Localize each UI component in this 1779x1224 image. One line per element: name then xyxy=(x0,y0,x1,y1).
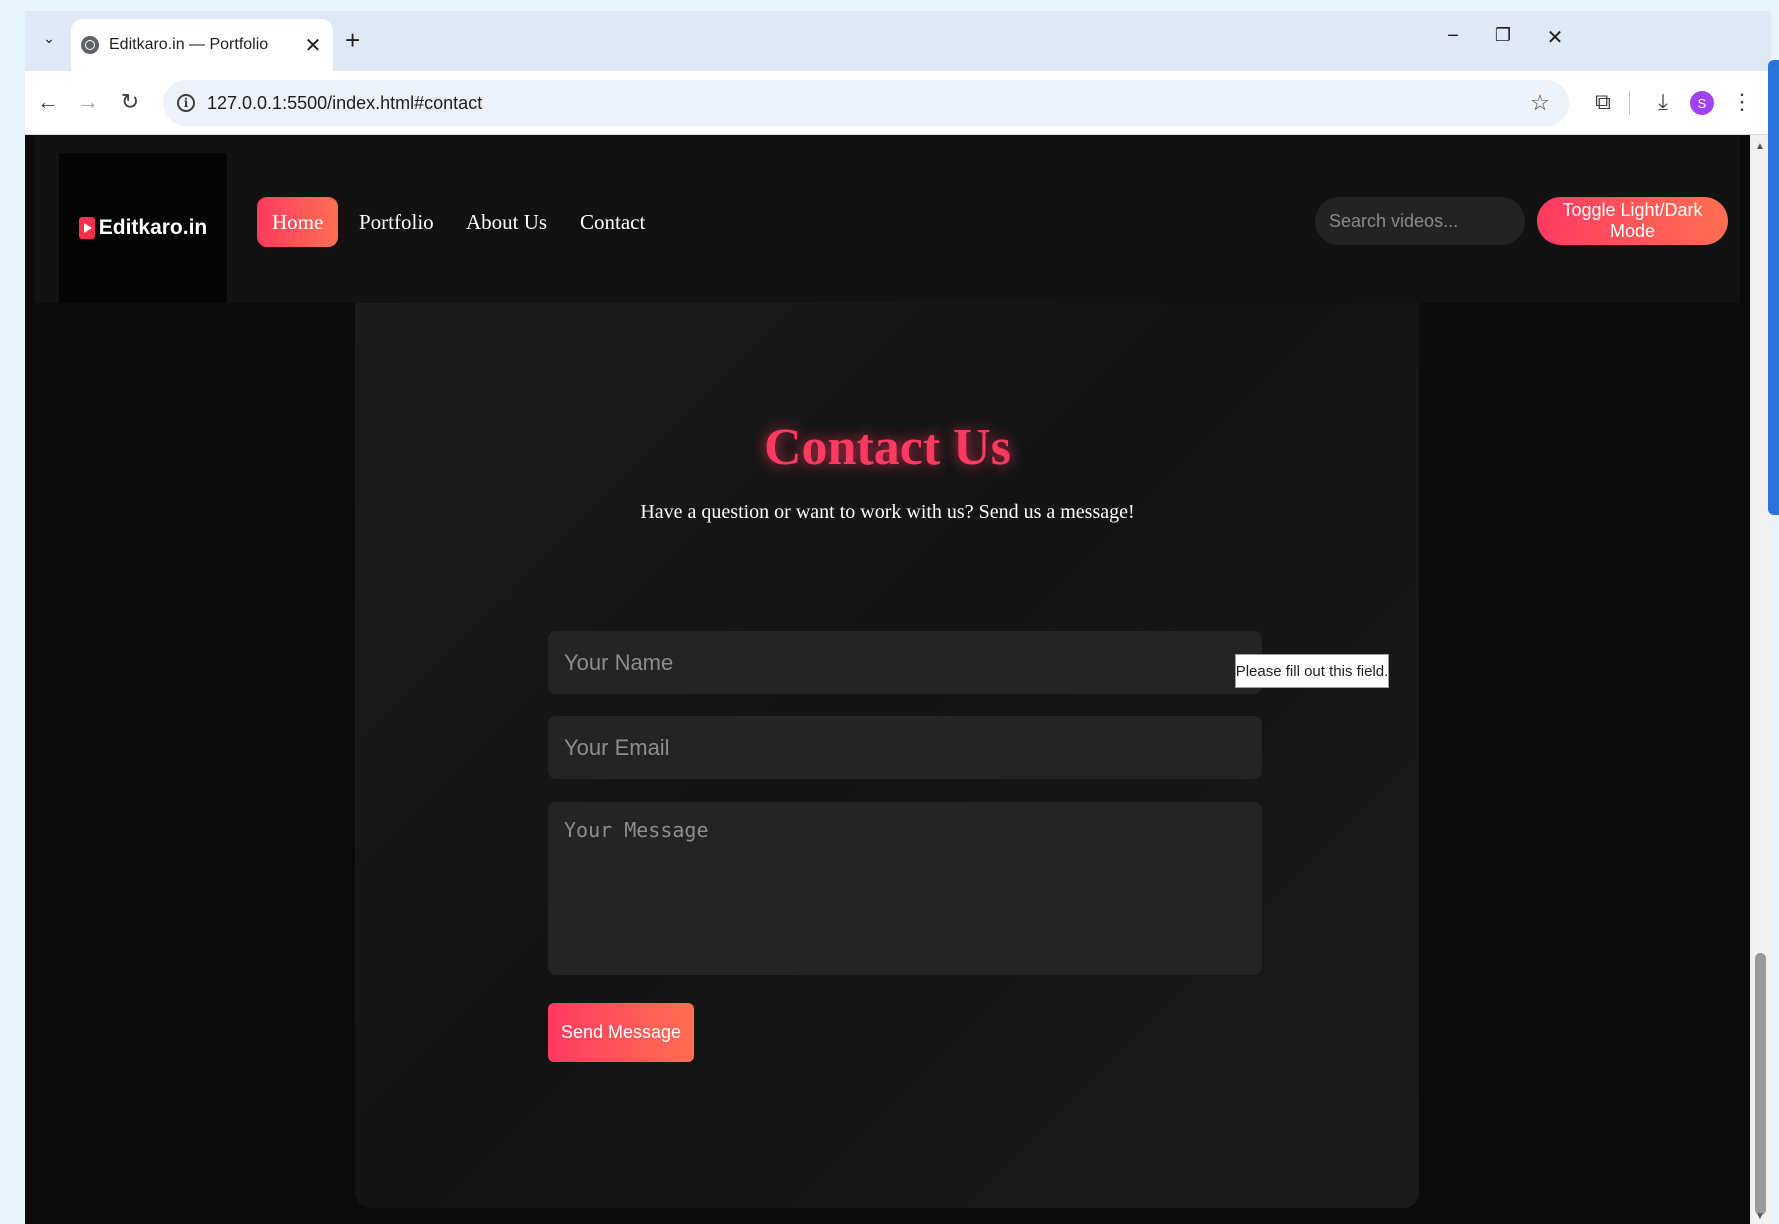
active-tab[interactable]: Editkaro.in — Portfolio ✕ xyxy=(71,19,333,71)
scroll-down-icon[interactable]: ▼ xyxy=(1755,1211,1765,1222)
close-tab-icon[interactable]: ✕ xyxy=(301,33,325,58)
nav-contact[interactable]: Contact xyxy=(565,197,660,247)
restore-icon[interactable]: ❐ xyxy=(1488,25,1518,46)
site-logo[interactable]: Editkaro.in xyxy=(59,153,227,303)
nav-about-us[interactable]: About Us xyxy=(451,197,562,247)
minimize-icon[interactable]: − xyxy=(1438,25,1468,48)
side-panel-edge xyxy=(1768,60,1779,515)
site-info-icon[interactable]: i xyxy=(177,94,195,112)
tab-title: Editkaro.in — Portfolio xyxy=(109,36,269,53)
menu-icon[interactable]: ⋮ xyxy=(1727,89,1757,115)
bookmark-star-icon[interactable]: ☆ xyxy=(1523,90,1557,116)
contact-title: Contact Us xyxy=(764,419,1011,476)
search-input[interactable] xyxy=(1315,197,1525,245)
nav-home[interactable]: Home xyxy=(257,197,339,247)
tab-strip: ⌄ Editkaro.in — Portfolio ✕ + − ❐ ✕ xyxy=(25,11,1771,71)
contact-subtitle: Have a question or want to work with us?… xyxy=(640,501,1135,523)
scroll-up-icon[interactable]: ▲ xyxy=(1755,141,1765,152)
url-text[interactable]: 127.0.0.1:5500/index.html#contact xyxy=(207,93,1523,114)
browser-window: ⌄ Editkaro.in — Portfolio ✕ + − ❐ ✕ ← → … xyxy=(25,11,1771,1224)
page-viewport: Editkaro.in Home Portfolio About Us Cont… xyxy=(25,135,1750,1224)
play-icon xyxy=(78,217,95,239)
site-header: Editkaro.in Home Portfolio About Us Cont… xyxy=(35,135,1740,303)
toggle-theme-button[interactable]: Toggle Light/Dark Mode xyxy=(1537,197,1728,245)
message-textarea[interactable] xyxy=(548,802,1262,975)
globe-icon xyxy=(81,36,99,54)
send-message-button[interactable]: Send Message xyxy=(548,1003,694,1062)
toolbar-divider xyxy=(1629,91,1630,115)
download-icon[interactable]: ⤓ xyxy=(1648,89,1678,115)
reload-icon[interactable]: ↻ xyxy=(115,89,145,115)
address-bar[interactable]: i 127.0.0.1:5500/index.html#contact ☆ xyxy=(163,80,1569,126)
scrollbar-thumb[interactable] xyxy=(1755,953,1766,1215)
profile-avatar[interactable]: S xyxy=(1690,91,1714,115)
validation-tooltip: Please fill out this field. xyxy=(1235,654,1389,688)
name-input[interactable] xyxy=(548,631,1262,694)
browser-toolbar: ← → ↻ i 127.0.0.1:5500/index.html#contac… xyxy=(25,71,1771,135)
tab-search-icon[interactable]: ⌄ xyxy=(37,23,61,53)
back-icon[interactable]: ← xyxy=(33,89,63,115)
extensions-icon[interactable]: ⧉ xyxy=(1588,89,1618,115)
forward-icon[interactable]: → xyxy=(73,89,103,115)
nav-portfolio[interactable]: Portfolio xyxy=(344,197,449,247)
logo-text: Editkaro.in xyxy=(98,216,208,239)
new-tab-icon[interactable]: + xyxy=(345,25,360,56)
close-window-icon[interactable]: ✕ xyxy=(1540,25,1570,50)
email-input[interactable] xyxy=(548,716,1262,779)
